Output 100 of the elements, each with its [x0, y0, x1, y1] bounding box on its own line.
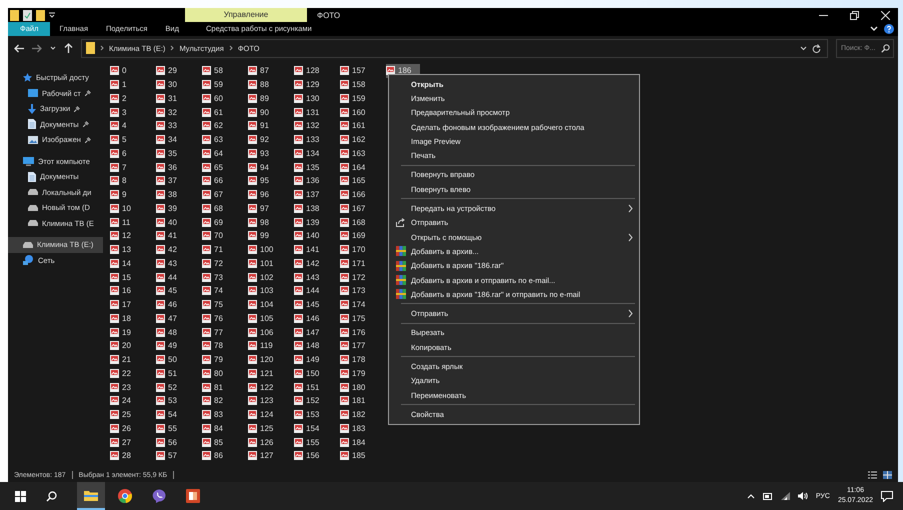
file-item[interactable]: 131 — [294, 105, 328, 119]
file-item[interactable]: 102 — [248, 270, 282, 284]
file-item[interactable]: 144 — [294, 284, 328, 298]
file-item[interactable]: 126 — [248, 435, 282, 449]
file-item[interactable]: 153 — [294, 408, 328, 422]
help-icon[interactable] — [884, 24, 894, 34]
file-item[interactable]: 18 — [110, 312, 144, 326]
file-item[interactable]: 180 — [340, 380, 374, 394]
file-item[interactable]: 79 — [202, 352, 236, 366]
file-item[interactable]: 86 — [202, 449, 236, 463]
file-item[interactable]: 143 — [294, 270, 328, 284]
file-item[interactable]: 142 — [294, 256, 328, 270]
file-item[interactable]: 31 — [156, 92, 190, 106]
file-item[interactable]: 40 — [156, 215, 190, 229]
file-item[interactable]: 181 — [340, 394, 374, 408]
file-item[interactable]: 98 — [248, 215, 282, 229]
folder-icon[interactable] — [10, 10, 19, 20]
file-item[interactable]: 88 — [248, 78, 282, 92]
file-item[interactable]: 78 — [202, 339, 236, 353]
file-item[interactable]: 177 — [340, 339, 374, 353]
file-item[interactable]: 147 — [294, 325, 328, 339]
file-item[interactable]: 77 — [202, 325, 236, 339]
file-item[interactable]: 155 — [294, 435, 328, 449]
file-item[interactable]: 127 — [248, 449, 282, 463]
file-item[interactable]: 166 — [340, 188, 374, 202]
file-item[interactable]: 8 — [110, 174, 144, 188]
file-item[interactable]: 157 — [340, 64, 374, 78]
chevron-up-icon[interactable] — [746, 494, 755, 498]
file-item[interactable]: 145 — [294, 298, 328, 312]
file-item[interactable]: 64 — [202, 146, 236, 160]
file-item[interactable]: 74 — [202, 284, 236, 298]
file-item[interactable]: 47 — [156, 312, 190, 326]
file-item[interactable]: 9 — [110, 188, 144, 202]
file-item[interactable]: 22 — [110, 366, 144, 380]
file-item[interactable]: 20 — [110, 339, 144, 353]
file-item[interactable]: 136 — [294, 174, 328, 188]
file-item[interactable]: 87 — [248, 64, 282, 78]
file-item[interactable]: 13 — [110, 242, 144, 256]
file-item[interactable]: 42 — [156, 242, 190, 256]
file-item[interactable]: 65 — [202, 160, 236, 174]
file-item[interactable]: 141 — [294, 242, 328, 256]
up-arrow-icon[interactable] — [64, 43, 73, 53]
file-item[interactable]: 134 — [294, 146, 328, 160]
speaker-icon[interactable] — [798, 492, 808, 500]
file-item[interactable]: 178 — [340, 352, 374, 366]
file-item[interactable]: 33 — [156, 119, 190, 133]
file-item[interactable]: 35 — [156, 146, 190, 160]
details-view-icon[interactable] — [868, 471, 877, 479]
file-item[interactable]: 82 — [202, 394, 236, 408]
refresh-icon[interactable] — [812, 44, 821, 52]
taskbar-app[interactable] — [77, 482, 105, 510]
dropdown-arrow-icon[interactable] — [49, 12, 55, 18]
file-item[interactable]: 71 — [202, 242, 236, 256]
file-item[interactable]: 167 — [340, 202, 374, 216]
file-item[interactable]: 149 — [294, 352, 328, 366]
file-item[interactable]: 174 — [340, 298, 374, 312]
file-item[interactable]: 45 — [156, 284, 190, 298]
file-item[interactable]: 67 — [202, 188, 236, 202]
file-item[interactable]: 3 — [110, 105, 144, 119]
file-item[interactable]: 92 — [248, 132, 282, 146]
file-item[interactable]: 123 — [248, 394, 282, 408]
file-item[interactable]: 138 — [294, 202, 328, 216]
file-item[interactable]: 148 — [294, 339, 328, 353]
file-item[interactable]: 26 — [110, 422, 144, 436]
file-item[interactable]: 90 — [248, 105, 282, 119]
file-item[interactable]: 28 — [110, 449, 144, 463]
file-item[interactable]: 85 — [202, 435, 236, 449]
file-item[interactable]: 103 — [248, 284, 282, 298]
file-item[interactable]: 49 — [156, 339, 190, 353]
file-item[interactable]: 0 — [110, 64, 144, 78]
file-item[interactable]: 95 — [248, 174, 282, 188]
file-item[interactable]: 173 — [340, 284, 374, 298]
file-item[interactable]: 75 — [202, 298, 236, 312]
file-item[interactable]: 76 — [202, 312, 236, 326]
file-item[interactable]: 30 — [156, 78, 190, 92]
file-item[interactable]: 150 — [294, 366, 328, 380]
file-item[interactable]: 72 — [202, 256, 236, 270]
file-item[interactable]: 175 — [340, 312, 374, 326]
file-item[interactable]: 29 — [156, 64, 190, 78]
file-item[interactable]: 62 — [202, 119, 236, 133]
file-item[interactable]: 119 — [248, 339, 282, 353]
checkmark-page-icon[interactable] — [23, 10, 32, 20]
file-item[interactable]: 83 — [202, 408, 236, 422]
file-item[interactable]: 179 — [340, 366, 374, 380]
file-item[interactable]: 59 — [202, 78, 236, 92]
file-item[interactable]: 122 — [248, 380, 282, 394]
file-item[interactable]: 125 — [248, 422, 282, 436]
file-item[interactable]: 16 — [110, 284, 144, 298]
file-item[interactable]: 129 — [294, 78, 328, 92]
file-item[interactable]: 6 — [110, 146, 144, 160]
file-item[interactable]: 17 — [110, 298, 144, 312]
file-item[interactable]: 69 — [202, 215, 236, 229]
file-item[interactable]: 55 — [156, 422, 190, 436]
file-item[interactable]: 37 — [156, 174, 190, 188]
back-arrow-icon[interactable] — [14, 44, 24, 52]
file-item[interactable]: 14 — [110, 256, 144, 270]
file-item[interactable]: 104 — [248, 298, 282, 312]
file-item[interactable]: 156 — [294, 449, 328, 463]
file-item[interactable]: 38 — [156, 188, 190, 202]
file-item[interactable]: 81 — [202, 380, 236, 394]
